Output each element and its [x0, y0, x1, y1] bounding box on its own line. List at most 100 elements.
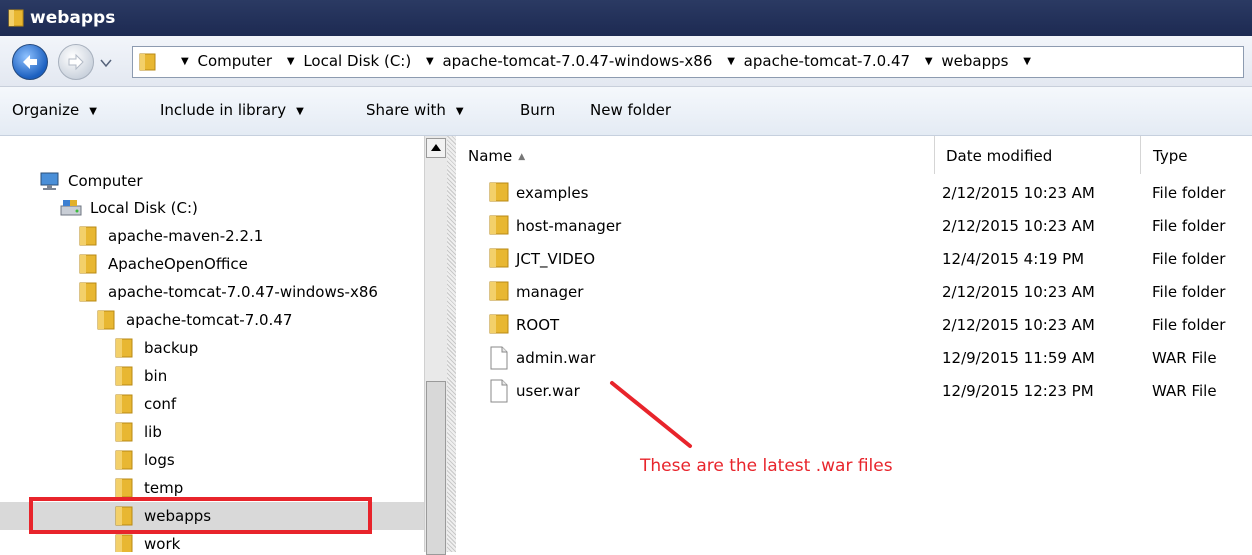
- tree-item-label: conf: [144, 395, 177, 413]
- folder-icon: [96, 310, 116, 334]
- file-row-examples[interactable]: examples 2/12/2015 10:23 AM File folder: [456, 178, 1252, 210]
- column-header-date-modified[interactable]: Date modified: [934, 136, 1141, 174]
- tree-item-label: work: [144, 535, 181, 552]
- chevron-down-icon[interactable]: ▼: [1023, 56, 1031, 67]
- file-name: JCT_VIDEO: [516, 250, 596, 268]
- file-name: ROOT: [516, 316, 560, 334]
- tree-item-label: temp: [144, 479, 184, 497]
- chevron-down-icon[interactable]: ▼: [925, 56, 933, 67]
- folder-icon: [488, 181, 510, 207]
- folder-icon: [78, 254, 98, 278]
- file-row-jct-video[interactable]: JCT_VIDEO 12/4/2015 4:19 PM File folder: [456, 244, 1252, 276]
- file-name: manager: [516, 283, 584, 301]
- folder-icon: [488, 247, 510, 273]
- file-type: File folder: [1152, 217, 1226, 235]
- organize-label: Organize: [12, 101, 80, 119]
- annotation-text: These are the latest .war files: [640, 456, 893, 476]
- back-button[interactable]: [12, 44, 48, 80]
- window-title: webapps: [30, 8, 116, 28]
- folder-icon: [114, 422, 134, 446]
- address-bar[interactable]: ▼ Computer ▼ Local Disk (C:) ▼ apache-to…: [132, 46, 1244, 78]
- file-type: File folder: [1152, 316, 1226, 334]
- folder-icon: [114, 366, 134, 390]
- file-date: 2/12/2015 10:23 AM: [942, 217, 1095, 235]
- file-name: examples: [516, 184, 589, 202]
- chevron-down-icon: [100, 59, 112, 68]
- arrow-right-icon: [68, 53, 84, 71]
- include-in-library-label: Include in library: [160, 101, 287, 119]
- scroll-thumb[interactable]: [426, 381, 446, 555]
- organize-button[interactable]: Organize ▼: [12, 101, 97, 119]
- column-date-label: Date modified: [946, 147, 1053, 165]
- file-type: WAR File: [1152, 349, 1217, 367]
- command-toolbar: Organize ▼ Include in library ▼ Share with…: [0, 87, 1252, 136]
- tree-item-label: logs: [144, 451, 175, 469]
- folder-icon: [78, 282, 98, 306]
- chevron-down-icon[interactable]: ▼: [181, 56, 189, 67]
- drive-icon: [60, 198, 82, 222]
- file-name: user.war: [516, 382, 580, 400]
- forward-button[interactable]: [58, 44, 94, 80]
- tree-item-label: Local Disk (C:): [90, 199, 198, 217]
- chevron-down-icon: ▼: [455, 106, 464, 117]
- triangle-up-icon: [431, 144, 441, 151]
- file-name: admin.war: [516, 349, 596, 367]
- breadcrumb-webapps[interactable]: webapps: [941, 52, 1008, 70]
- sort-ascending-icon: ▲: [518, 152, 526, 162]
- file-name: host-manager: [516, 217, 622, 235]
- window-title-bar: webapps: [0, 0, 1252, 36]
- folder-icon: [139, 52, 157, 76]
- folder-icon: [114, 394, 134, 418]
- navigation-pane: Computer Local Disk (C:) apache-maven-2.…: [0, 136, 452, 552]
- breadcrumb-tomcat[interactable]: apache-tomcat-7.0.47: [744, 52, 910, 70]
- column-header-type[interactable]: Type: [1141, 136, 1252, 174]
- breadcrumb-computer[interactable]: Computer: [197, 52, 272, 70]
- computer-icon: [38, 171, 60, 195]
- share-with-label: Share with: [366, 101, 446, 119]
- breadcrumb-local-disk[interactable]: Local Disk (C:): [303, 52, 411, 70]
- column-name-label: Name: [468, 147, 513, 165]
- file-type: File folder: [1152, 283, 1226, 301]
- chevron-down-icon: ▼: [89, 106, 97, 117]
- file-row-root[interactable]: ROOT 2/12/2015 10:23 AM File folder: [456, 310, 1252, 342]
- file-date: 2/12/2015 10:23 AM: [942, 283, 1095, 301]
- file-row-host-manager[interactable]: host-manager 2/12/2015 10:23 AM File fol…: [456, 211, 1252, 243]
- file-row-admin-war[interactable]: admin.war 12/9/2015 11:59 AM WAR File: [456, 343, 1252, 375]
- folder-icon: [488, 280, 510, 306]
- highlight-box: [29, 497, 372, 534]
- folder-icon: [114, 534, 134, 552]
- file-date: 12/9/2015 12:23 PM: [942, 382, 1094, 400]
- chevron-down-icon[interactable]: ▼: [287, 56, 295, 67]
- file-date: 12/4/2015 4:19 PM: [942, 250, 1085, 268]
- file-date: 2/12/2015 10:23 AM: [942, 184, 1095, 202]
- file-row-user-war[interactable]: user.war 12/9/2015 12:23 PM WAR File: [456, 376, 1252, 408]
- scroll-up-button[interactable]: [426, 138, 446, 158]
- burn-button[interactable]: Burn: [520, 101, 555, 119]
- chevron-down-icon[interactable]: ▼: [426, 56, 434, 67]
- folder-icon: [8, 9, 24, 32]
- pane-splitter[interactable]: [447, 136, 456, 552]
- tree-item-label: apache-tomcat-7.0.47-windows-x86: [108, 283, 378, 301]
- breadcrumb-tomcat-windows[interactable]: apache-tomcat-7.0.47-windows-x86: [442, 52, 712, 70]
- tree-item-label: lib: [144, 423, 162, 441]
- share-with-button[interactable]: Share with ▼: [366, 101, 464, 119]
- file-list: Name ▲ Date modified Type examples 2/12/2…: [456, 136, 1252, 552]
- file-type: File folder: [1152, 184, 1226, 202]
- include-in-library-button[interactable]: Include in library ▼: [160, 101, 304, 119]
- recent-pages-dropdown[interactable]: [100, 54, 112, 72]
- file-icon: [488, 346, 510, 374]
- column-header-name[interactable]: Name ▲: [456, 136, 935, 174]
- tree-item-label: apache-maven-2.2.1: [108, 227, 264, 245]
- folder-icon: [78, 226, 98, 250]
- chevron-down-icon[interactable]: ▼: [727, 56, 735, 67]
- file-date: 2/12/2015 10:23 AM: [942, 316, 1095, 334]
- tree-item-label: apache-tomcat-7.0.47: [126, 311, 293, 329]
- new-folder-button[interactable]: New folder: [590, 101, 671, 119]
- tree-scrollbar[interactable]: [424, 136, 447, 555]
- file-type: WAR File: [1152, 382, 1217, 400]
- folder-icon: [488, 214, 510, 240]
- chevron-down-icon: ▼: [296, 106, 304, 117]
- tree-item-label: backup: [144, 339, 199, 357]
- file-row-manager[interactable]: manager 2/12/2015 10:23 AM File folder: [456, 277, 1252, 309]
- tree-item-label: ApacheOpenOffice: [108, 255, 248, 273]
